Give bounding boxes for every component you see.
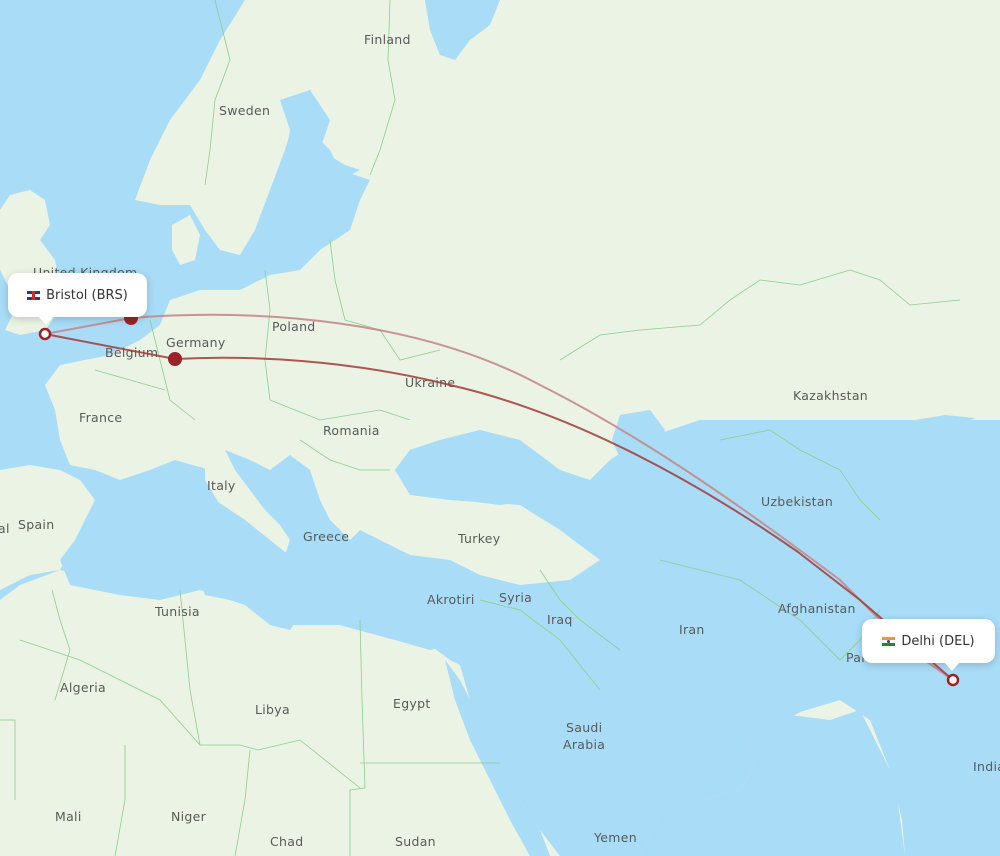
stopover-marker-frankfurt[interactable] (168, 352, 182, 366)
label-algeria: Algeria (60, 680, 106, 695)
label-italy: Italy (207, 478, 236, 493)
label-france: France (79, 410, 122, 425)
label-syria: Syria (499, 590, 532, 605)
origin-marker[interactable] (38, 327, 52, 341)
label-uzbekistan: Uzbekistan (761, 494, 833, 509)
label-spain: Spain (18, 517, 54, 532)
label-turkey: Turkey (457, 531, 501, 546)
destination-label: Delhi (DEL) (901, 633, 975, 649)
route-map[interactable]: Finland Sweden United Kingdom Poland Ger… (0, 0, 1000, 856)
label-yemen: Yemen (593, 830, 637, 845)
label-romania: Romania (323, 423, 380, 438)
destination-callout[interactable]: Delhi (DEL) (862, 619, 995, 671)
label-afghanistan: Afghanistan (778, 601, 856, 616)
label-saudi-arabia-1: Saudi (566, 720, 602, 735)
label-kazakhstan: Kazakhstan (793, 388, 868, 403)
origin-label: Bristol (BRS) (46, 287, 128, 303)
label-akrotiri: Akrotiri (427, 592, 475, 607)
label-sudan: Sudan (395, 834, 436, 849)
label-iraq: Iraq (547, 612, 573, 627)
label-sweden: Sweden (219, 103, 270, 118)
india-flag-icon (882, 636, 896, 646)
label-chad: Chad (270, 834, 303, 849)
label-india: India (973, 759, 1000, 774)
label-portugal: al (0, 521, 10, 536)
origin-callout[interactable]: Bristol (BRS) (8, 273, 147, 325)
label-tunisia: Tunisia (154, 604, 200, 619)
label-niger: Niger (171, 809, 207, 824)
destination-marker[interactable] (946, 673, 960, 687)
label-egypt: Egypt (393, 696, 431, 711)
label-poland: Poland (272, 319, 316, 334)
label-greece: Greece (303, 529, 349, 544)
label-finland: Finland (364, 32, 411, 47)
label-iran: Iran (679, 622, 705, 637)
label-mali: Mali (55, 809, 82, 824)
label-libya: Libya (255, 702, 290, 717)
uk-flag-icon (27, 290, 41, 300)
label-saudi-arabia-2: Arabia (563, 737, 605, 752)
label-germany: Germany (166, 335, 226, 350)
